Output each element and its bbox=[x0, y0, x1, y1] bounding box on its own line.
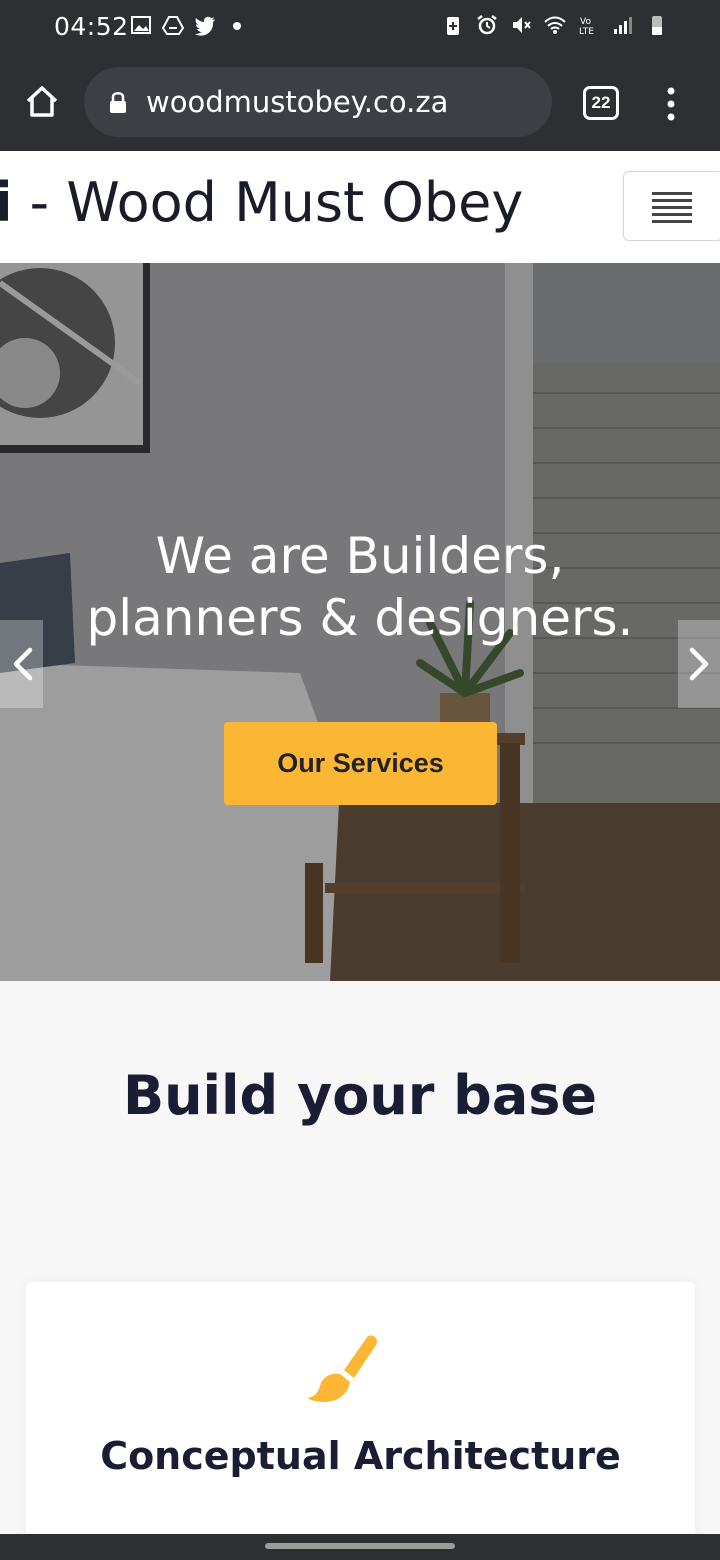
hero-heading: We are Builders, planners & designers. bbox=[0, 525, 720, 649]
our-services-button[interactable]: Our Services bbox=[224, 722, 497, 805]
home-icon[interactable] bbox=[22, 82, 62, 122]
battery-saver-icon bbox=[447, 17, 459, 35]
nav-toggle-button[interactable] bbox=[623, 171, 720, 241]
dot-icon bbox=[233, 22, 241, 30]
alarm-icon bbox=[477, 15, 497, 35]
battery-icon bbox=[652, 16, 662, 35]
lock-icon bbox=[110, 92, 126, 113]
hero-heading-line1: We are Builders, bbox=[155, 527, 565, 585]
hero-heading-line2: planners & designers. bbox=[86, 589, 634, 647]
mute-icon bbox=[513, 17, 531, 33]
hero-carousel: We are Builders, planners & designers. O… bbox=[0, 263, 720, 981]
card-title: Conceptual Architecture bbox=[100, 1434, 621, 1478]
status-bar: 04:52 Vo LTE bbox=[0, 0, 720, 56]
site-title-separator: - bbox=[12, 171, 67, 234]
browser-toolbar: woodmustobey.co.za 22 bbox=[0, 56, 720, 151]
drive-icon bbox=[162, 16, 184, 35]
gesture-handle[interactable] bbox=[265, 1543, 455, 1549]
carousel-prev-button[interactable] bbox=[0, 620, 43, 708]
site-title-text: Wood Must Obey bbox=[66, 171, 524, 234]
service-card: Conceptual Architecture bbox=[26, 1282, 695, 1552]
status-time: 04:52 bbox=[54, 12, 129, 41]
signal-icon bbox=[614, 17, 632, 34]
navigation-bar bbox=[0, 1534, 720, 1560]
chevron-left-icon bbox=[13, 647, 33, 681]
address-bar[interactable]: woodmustobey.co.za bbox=[84, 67, 552, 137]
hamburger-line bbox=[652, 206, 692, 209]
hamburger-line bbox=[652, 192, 692, 195]
wifi-icon bbox=[544, 16, 566, 34]
tab-switcher-button[interactable]: 22 bbox=[583, 86, 619, 120]
status-system-icons: Vo LTE bbox=[442, 14, 668, 36]
svg-text:LTE: LTE bbox=[579, 27, 594, 36]
hamburger-line bbox=[652, 220, 692, 223]
url-text: woodmustobey.co.za bbox=[146, 85, 449, 119]
section-title: Build your base bbox=[122, 1064, 598, 1127]
status-notification-icons bbox=[130, 14, 248, 36]
svg-text:Vo: Vo bbox=[580, 17, 591, 27]
volte-icon: VoLTE bbox=[579, 17, 594, 36]
image-icon bbox=[131, 16, 151, 34]
hamburger-line bbox=[652, 213, 692, 216]
carousel-next-button[interactable] bbox=[678, 620, 720, 708]
site-header: i - Wood Must Obey bbox=[0, 151, 720, 263]
more-vert-icon[interactable] bbox=[660, 84, 682, 124]
chevron-right-icon bbox=[689, 647, 709, 681]
site-title-prefix: i bbox=[0, 171, 13, 234]
paintbrush-icon bbox=[308, 1335, 377, 1402]
site-title[interactable]: i - Wood Must Obey bbox=[0, 171, 523, 234]
hamburger-line bbox=[652, 199, 692, 202]
twitter-icon bbox=[195, 16, 215, 36]
